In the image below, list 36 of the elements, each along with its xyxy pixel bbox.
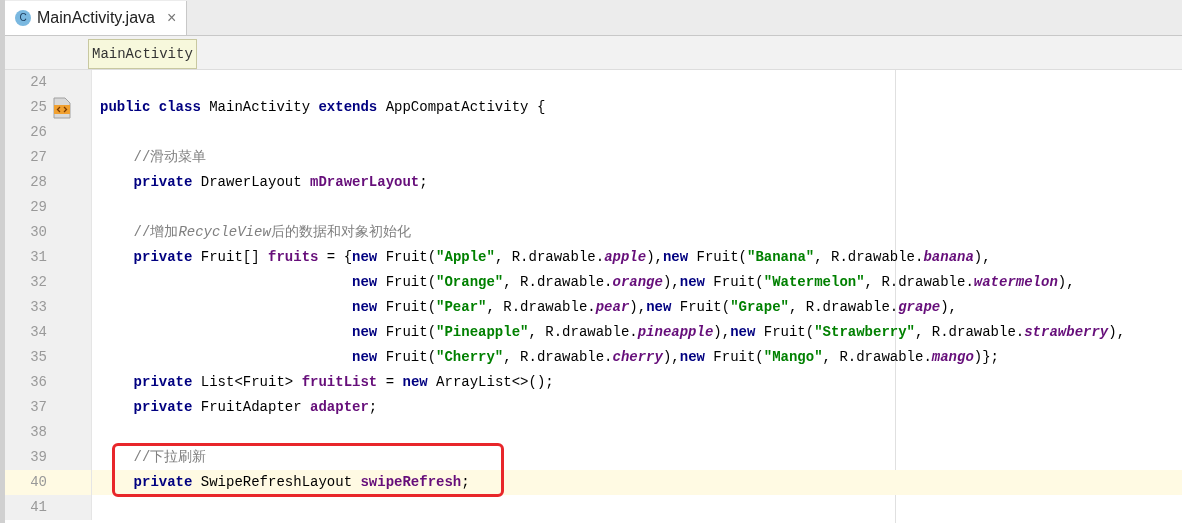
close-icon[interactable]: × xyxy=(166,6,177,30)
line-number: 29 xyxy=(29,198,47,217)
code-line: private SwipeRefreshLayout swipeRefresh; xyxy=(133,473,470,492)
line-number: 31 xyxy=(29,248,47,267)
code-line: private List<Fruit> fruitList = new ArrayList<>(); xyxy=(133,373,554,392)
code-line: private FruitAdapter adapter; xyxy=(133,398,378,417)
line-number: 25 xyxy=(29,98,47,117)
code-line: new Fruit("Pineapple", R.drawable.pineapple),new Fruit("Strawberry", R.drawable.strawberry), xyxy=(352,323,1126,342)
line-number: 37 xyxy=(29,398,47,417)
code-line: new Fruit("Pear", R.drawable.pear),new Fruit("Grape", R.drawable.grape), xyxy=(352,298,957,317)
code-line: private Fruit[] fruits = {new Fruit("Apple", R.drawable.apple),new Fruit("Banana", R.drawable.banana), xyxy=(133,248,991,267)
breadcrumb-tooltip[interactable]: MainActivity xyxy=(88,39,197,69)
code-line: //下拉刷新 xyxy=(133,448,207,467)
line-number: 40 xyxy=(29,473,47,492)
code-file-icon[interactable] xyxy=(52,96,72,119)
line-number: 28 xyxy=(29,173,47,192)
line-number: 35 xyxy=(29,348,47,367)
code-line: private DrawerLayout mDrawerLayout; xyxy=(133,173,428,192)
file-tab[interactable]: C MainActivity.java × xyxy=(5,1,188,35)
line-number: 34 xyxy=(29,323,47,342)
line-number: 33 xyxy=(29,298,47,317)
line-number: 30 xyxy=(29,223,47,242)
code-line: //滑动菜单 xyxy=(133,148,207,167)
code-line: new Fruit("Cherry", R.drawable.cherry),new Fruit("Mango", R.drawable.mango)}; xyxy=(352,348,1000,367)
code-line: new Fruit("Orange", R.drawable.orange),new Fruit("Watermelon", R.drawable.watermelon), xyxy=(352,273,1075,292)
code-line: //增加RecycleView后的数据和对象初始化 xyxy=(133,223,411,242)
line-number: 32 xyxy=(29,273,47,292)
line-number: 24 xyxy=(29,73,47,92)
class-icon: C xyxy=(15,10,31,26)
line-number: 26 xyxy=(29,123,47,142)
line-number: 39 xyxy=(29,448,47,467)
line-number: 41 xyxy=(29,498,47,517)
line-number: 36 xyxy=(29,373,47,392)
line-number: 27 xyxy=(29,148,47,167)
line-number: 38 xyxy=(29,423,47,442)
code-line: public class MainActivity extends AppCompatActivity { xyxy=(100,98,546,117)
